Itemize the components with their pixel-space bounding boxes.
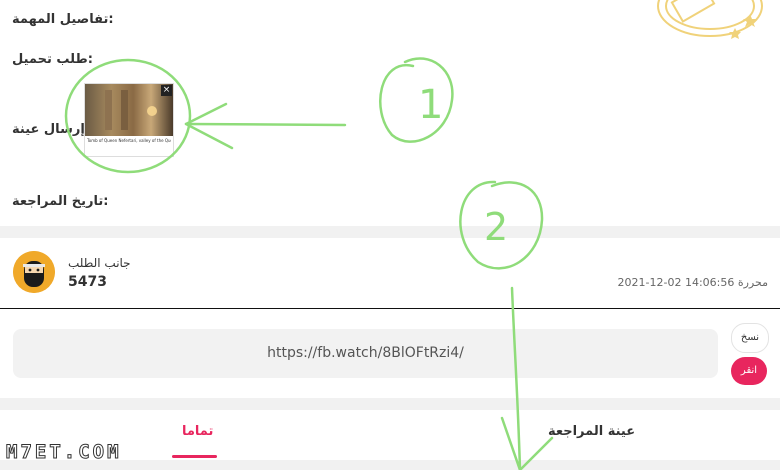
timestamp-value: 2021-12-02 14:06:56 [617,276,735,289]
section-divider-2 [0,398,780,410]
sample-thumbnail[interactable]: × Tomb of Queen Nefertari, valley of the… [84,83,174,157]
timestamp-prefix: محررة [737,276,768,289]
click-button[interactable]: انقر [731,357,767,385]
annotation-arrowhead-1 [184,102,234,150]
annotation-circle-1 [379,57,454,143]
tab-review-sample[interactable]: عينة المراجعة [548,424,635,439]
task-details-label: :تفاصيل المهمة [12,12,114,27]
upload-request-label: :طلب تحميل [12,52,93,67]
requester-id: 5473 [68,274,107,290]
section-divider [0,226,780,238]
separator-line [0,308,780,309]
thumbnail-caption: Tomb of Queen Nefertari, valley of the Q… [87,138,171,143]
tab-done[interactable]: تماما [182,424,213,439]
review-date-label: :تاريخ المراجعة [12,194,109,209]
copy-button[interactable]: نسخ [731,323,769,353]
annotation-arrow-1 [184,122,347,127]
thumbnail-meta [87,148,171,152]
link-field[interactable]: https://fb.watch/8BlOFtRzi4/ [13,329,718,378]
tab-active-indicator [172,455,217,458]
sample-image[interactable] [85,84,173,136]
requester-label: جانب الطلب [68,256,131,270]
annotation-arrow-2 [510,286,522,470]
ninja-avatar-icon [13,251,55,293]
stamp-icon [657,0,763,39]
close-icon[interactable]: × [161,85,172,96]
site-watermark: M7ET.COM [6,441,122,464]
timestamp: 2021-12-02 14:06:56 محررة [618,276,768,289]
send-sample-label: :إرسال عينة [12,122,90,137]
annotation-marker-1: 1 [418,82,443,128]
